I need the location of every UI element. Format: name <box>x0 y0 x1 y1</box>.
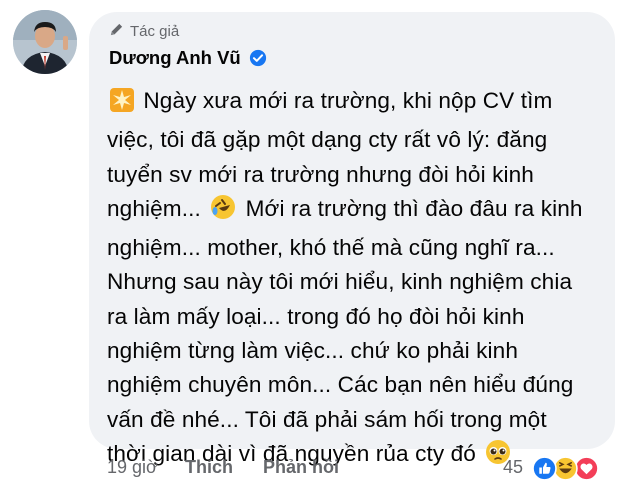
reply-button[interactable]: Phản hồi <box>263 457 339 478</box>
comment-line: nghiệm... mother, khó thế mà cũng nghĩ r… <box>107 235 555 261</box>
like-button[interactable]: Thích <box>185 457 233 478</box>
comment-footer: 19 giờ Thích Phản hồi 45 <box>0 455 620 485</box>
comment-line: Mới ra trường thì đào đâu ra kinh <box>245 195 583 221</box>
comment-line: vấn đề nhé... Tôi đã phải sám hối trong … <box>107 406 547 432</box>
comment-line: ra làm mấy loại... trong đó họ đòi hỏi k… <box>107 303 525 329</box>
author-avatar[interactable] <box>13 10 77 74</box>
comment-bubble: Tác giả Dương Anh Vũ Ngày xưa mới ra trư… <box>89 12 615 466</box>
comment-line: tuyển sv mới ra trường nhưng đòi hỏi kin… <box>107 161 534 187</box>
like-reaction-icon <box>532 456 557 486</box>
comment-timestamp[interactable]: 19 giờ <box>107 457 158 478</box>
comment-line: Nhưng sau này tôi mới hiểu, kinh nghiệm … <box>107 269 573 295</box>
author-name[interactable]: Dương Anh Vũ <box>109 47 241 69</box>
comment-line: Ngày xưa mới ra trường, khi nộp CV tìm <box>143 88 553 113</box>
author-badge-label: Tác giả <box>130 23 180 40</box>
comment-text: Ngày xưa mới ra trường, khi nộp CV tìm v… <box>107 84 582 476</box>
verified-badge-icon <box>249 49 267 67</box>
reaction-summary[interactable] <box>530 455 610 483</box>
author-badge: Tác giả <box>109 22 179 41</box>
comment-line: nghiệm từng làm việc... chứ ko phải kinh <box>107 338 519 364</box>
comment-line: nghiệm chuyên môn... Các bạn nên hiểu đú… <box>107 372 574 398</box>
sparkle-emoji-icon <box>109 87 135 123</box>
rofl-emoji-icon <box>209 193 237 231</box>
comment-line: việc, tôi đã gặp một dạng cty rất vô lý:… <box>107 127 548 153</box>
pen-icon <box>109 22 124 41</box>
reaction-count[interactable]: 45 <box>503 457 523 478</box>
comment-line: nghiệm... <box>107 195 201 221</box>
